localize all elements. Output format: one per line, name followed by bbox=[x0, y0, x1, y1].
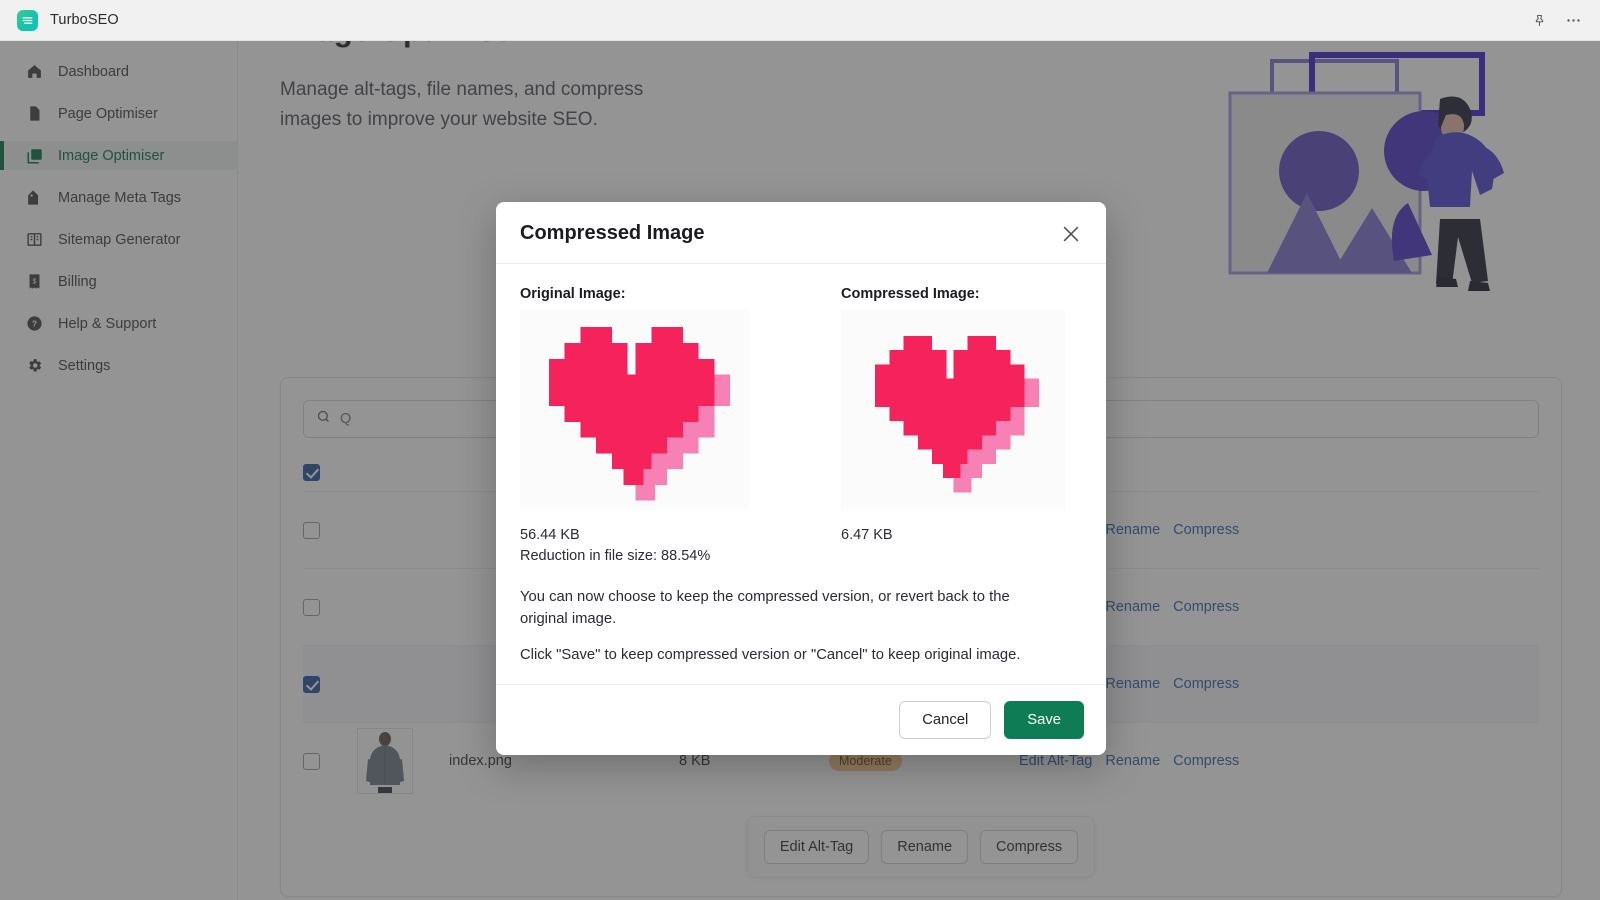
close-icon[interactable] bbox=[1060, 223, 1082, 245]
modal-title: Compressed Image bbox=[520, 222, 705, 244]
turboseo-logo-icon bbox=[17, 9, 38, 31]
modal-paragraph-1: You can now choose to keep the compresse… bbox=[520, 589, 1010, 627]
app-title: TurboSEO bbox=[50, 12, 119, 28]
modal-body: Original Image: 56.44 KB Reduction in fi… bbox=[496, 264, 1106, 684]
original-image-preview bbox=[520, 310, 750, 510]
compressed-image-preview bbox=[841, 310, 1065, 510]
original-image-label: Original Image: bbox=[520, 286, 626, 302]
reduction-text: Reduction in file size: 88.54% bbox=[520, 548, 711, 564]
compressed-image-label: Compressed Image: bbox=[841, 286, 980, 302]
save-button[interactable]: Save bbox=[1004, 701, 1084, 739]
image-comparison: Original Image: 56.44 KB Reduction in fi… bbox=[520, 286, 1082, 564]
compressed-size-text: 6.47 KB bbox=[841, 527, 893, 543]
window-titlebar: TurboSEO bbox=[0, 0, 1600, 41]
original-image-column: Original Image: 56.44 KB Reduction in fi… bbox=[520, 286, 801, 564]
pixel-heart-image bbox=[874, 335, 1039, 492]
modal-paragraph-2: Click "Save" to keep compressed version … bbox=[520, 647, 1021, 663]
more-options-icon[interactable] bbox=[1565, 12, 1582, 29]
titlebar-actions bbox=[1532, 12, 1582, 29]
modal-footer: Cancel Save bbox=[496, 684, 1106, 755]
modal-header: Compressed Image bbox=[496, 202, 1106, 264]
compressed-image-modal: Compressed Image Original Image: 56.44 K… bbox=[496, 202, 1106, 755]
compressed-image-column: Compressed Image: 6.47 KB bbox=[801, 286, 1082, 564]
pixel-heart-image bbox=[548, 327, 730, 501]
original-size-text: 56.44 KB bbox=[520, 527, 580, 543]
pin-icon[interactable] bbox=[1532, 13, 1547, 28]
cancel-button[interactable]: Cancel bbox=[899, 701, 992, 739]
